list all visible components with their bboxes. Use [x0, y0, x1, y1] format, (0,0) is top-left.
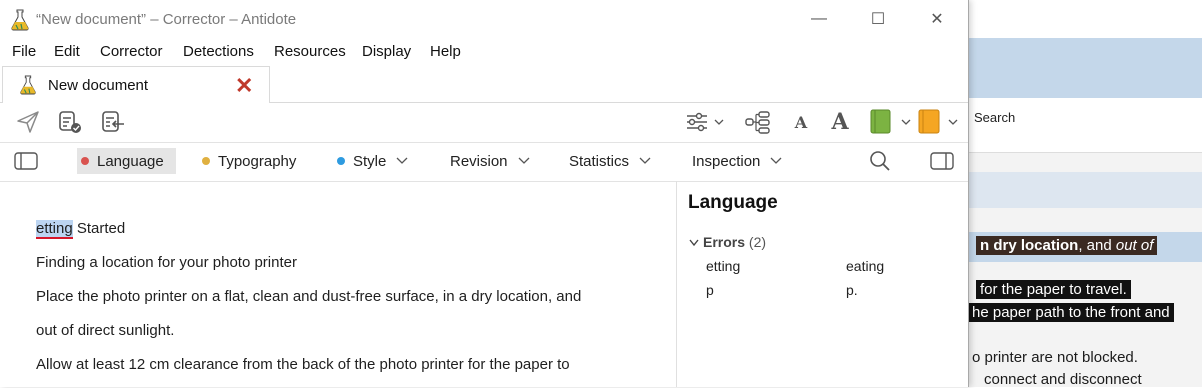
background-line-5: connect and disconnect	[984, 371, 1142, 388]
document-line-2: Finding a location for your photo printe…	[36, 254, 297, 271]
tab-revision-label: Revision	[450, 152, 508, 170]
toggle-right-panel-icon[interactable]	[930, 148, 954, 174]
typography-dot-icon	[202, 157, 210, 165]
error-suggestion-1[interactable]: eating	[846, 258, 884, 274]
menu-file[interactable]: File	[12, 43, 36, 60]
settings-sliders-icon[interactable]	[684, 109, 726, 135]
document-line-3: Place the photo printer on a flat, clean…	[36, 288, 582, 305]
background-search-label[interactable]: Search	[974, 110, 1015, 125]
tab-revision[interactable]: Revision	[450, 148, 530, 174]
background-title-strip	[968, 0, 1202, 38]
menu-resources[interactable]: Resources	[274, 43, 346, 60]
tab-typography[interactable]: Typography	[202, 148, 296, 174]
send-icon[interactable]	[14, 109, 42, 135]
filter-tab-bar: Language Typography Style Revision Stati…	[0, 142, 968, 182]
menu-bar: File Edit Corrector Detections Resources…	[0, 38, 968, 66]
panel-title: Language	[688, 192, 778, 213]
tab-inspection[interactable]: Inspection	[692, 148, 782, 174]
import-icon[interactable]	[99, 109, 127, 135]
document-editor[interactable]: etting Started Finding a location for yo…	[0, 181, 676, 387]
chevron-down-icon	[396, 157, 408, 164]
antidote-flask-icon	[11, 9, 29, 31]
search-icon[interactable]	[869, 148, 891, 174]
document-line-5: Allow at least 12 cm clearance from the …	[36, 356, 570, 373]
close-button[interactable]: ✕	[914, 6, 960, 32]
document-line-1-rest: Started	[72, 220, 126, 237]
background-line-4: o printer are not blocked.	[972, 349, 1138, 366]
errors-group-header[interactable]: Errors (2)	[689, 234, 766, 250]
maximize-button[interactable]: ☐	[855, 6, 901, 32]
window-title: “New document” – Corrector – Antidote	[36, 11, 297, 28]
document-line-4: out of direct sunlight.	[36, 322, 175, 339]
tab-style-label: Style	[353, 152, 387, 170]
tab-language-label: Language	[97, 152, 164, 170]
antidote-window: “New document” – Corrector – Antidote — …	[0, 0, 969, 387]
tab-inspection-label: Inspection	[692, 152, 761, 170]
background-dark-rest: , and	[1078, 237, 1116, 254]
language-dot-icon	[81, 157, 89, 165]
tab-typography-label: Typography	[218, 152, 297, 170]
error-suggestion-2[interactable]: p.	[846, 282, 858, 298]
correct-document-icon[interactable]	[56, 109, 84, 135]
chevron-down-icon	[770, 157, 782, 164]
background-dark-bold: n dry location	[980, 237, 1079, 254]
font-small-icon[interactable]: A	[787, 109, 815, 135]
tab-statistics[interactable]: Statistics	[569, 148, 651, 174]
background-toolbar	[968, 98, 1202, 153]
background-band	[968, 172, 1202, 208]
background-ribbon	[968, 38, 1202, 98]
title-bar: “New document” – Corrector – Antidote — …	[0, 0, 968, 38]
chevron-down-icon	[689, 239, 699, 247]
menu-edit[interactable]: Edit	[54, 43, 80, 60]
chevron-down-icon	[639, 157, 651, 164]
background-line-3: he paper path to the front and	[968, 303, 1174, 322]
green-book-icon[interactable]	[868, 109, 914, 135]
chevron-down-icon	[518, 157, 529, 164]
error-found-1[interactable]: etting	[706, 258, 740, 274]
toggle-left-panel-icon[interactable]	[14, 148, 38, 174]
font-large-icon[interactable]: A	[826, 109, 854, 135]
close-icon: ✕	[930, 11, 944, 28]
detections-panel: Language Errors (2) etting eating p p.	[676, 181, 968, 387]
error-found-2[interactable]: p	[706, 282, 714, 298]
background-app: Search n dry location, and out of for th…	[968, 0, 1202, 388]
errors-group-count: (2)	[748, 234, 767, 250]
menu-detections[interactable]: Detections	[183, 43, 254, 60]
style-dot-icon	[337, 157, 345, 165]
hierarchy-icon[interactable]	[744, 109, 772, 135]
tab-style[interactable]: Style	[337, 148, 408, 174]
background-line-2: for the paper to travel.	[976, 280, 1131, 299]
minimize-icon: —	[811, 10, 827, 27]
toolbar: A A	[0, 102, 968, 142]
menu-display[interactable]: Display	[362, 43, 411, 60]
antidote-flask-icon	[20, 75, 36, 95]
tab-statistics-label: Statistics	[569, 152, 630, 170]
orange-book-icon[interactable]	[916, 109, 962, 135]
errors-group-label: Errors	[703, 234, 746, 250]
error-highlight[interactable]: etting	[36, 220, 73, 239]
background-dark-italic: out of	[1115, 237, 1154, 254]
document-tab-close-icon[interactable]: ✕	[235, 73, 253, 99]
minimize-button[interactable]: —	[796, 6, 842, 32]
menu-corrector[interactable]: Corrector	[100, 43, 163, 60]
document-tab-label: New document	[48, 77, 149, 94]
document-tab-row: New document ✕	[0, 66, 968, 103]
document-line-1: etting Started	[36, 220, 126, 239]
maximize-icon: ☐	[870, 11, 886, 28]
background-dark-text: n dry location, and out of	[976, 236, 1158, 255]
menu-help[interactable]: Help	[430, 43, 461, 60]
tab-language[interactable]: Language	[77, 148, 176, 174]
document-tab[interactable]: New document ✕	[2, 66, 270, 103]
